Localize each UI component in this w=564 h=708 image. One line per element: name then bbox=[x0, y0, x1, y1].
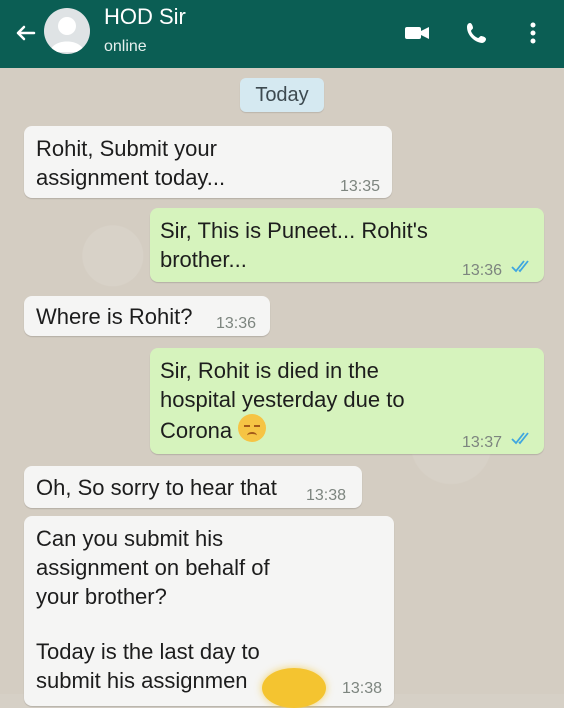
message-time: 13:38 bbox=[342, 680, 383, 697]
message-line: your brother? bbox=[36, 584, 167, 609]
video-call-icon[interactable] bbox=[402, 18, 432, 48]
disappointed-face-emoji-icon bbox=[238, 414, 267, 442]
incoming-message[interactable]: Rohit, Submit your assignment today... 1… bbox=[24, 126, 392, 198]
contact-status: online bbox=[104, 38, 147, 55]
message-line: assignment on behalf of bbox=[36, 555, 270, 580]
message-line: Can you submit his bbox=[36, 526, 224, 551]
message-time: 13:37 bbox=[462, 434, 503, 451]
message-line: Where is Rohit? bbox=[36, 304, 193, 329]
phone-call-icon[interactable] bbox=[462, 18, 492, 48]
more-options-icon[interactable] bbox=[518, 18, 548, 48]
read-receipt-icon bbox=[511, 432, 529, 445]
outgoing-message[interactable]: Sir, This is Puneet... Rohit's brother..… bbox=[150, 208, 544, 282]
message-time: 13:35 bbox=[340, 178, 381, 195]
message-line: Oh, So sorry to hear that bbox=[36, 475, 277, 500]
message-line: submit his assignmen bbox=[36, 668, 248, 693]
incoming-message[interactable]: Can you submit his assignment on behalf … bbox=[24, 516, 394, 706]
message-line: Sir, This is Puneet... Rohit's bbox=[160, 218, 428, 243]
chat-header: HOD Sir online bbox=[0, 0, 564, 68]
message-line: Sir, Rohit is died in the bbox=[160, 358, 379, 383]
outgoing-message[interactable]: Sir, Rohit is died in the hospital yeste… bbox=[150, 348, 544, 454]
default-avatar-icon bbox=[50, 17, 84, 52]
date-separator: Today bbox=[240, 78, 324, 112]
message-line: hospital yesterday due to bbox=[160, 387, 405, 412]
message-time: 13:38 bbox=[306, 487, 347, 504]
message-line: Corona bbox=[160, 418, 233, 443]
back-arrow-icon[interactable] bbox=[10, 18, 40, 48]
message-line: Rohit, Submit your bbox=[36, 136, 217, 161]
incoming-message[interactable]: Where is Rohit? 13:36 bbox=[24, 296, 270, 336]
message-time: 13:36 bbox=[216, 315, 257, 332]
message-time: 13:36 bbox=[462, 262, 503, 279]
emoji-icon bbox=[262, 668, 326, 708]
incoming-message[interactable]: Oh, So sorry to hear that 13:38 bbox=[24, 466, 362, 508]
message-line: brother... bbox=[160, 247, 247, 272]
contact-name[interactable]: HOD Sir bbox=[104, 4, 186, 30]
read-receipt-icon bbox=[511, 260, 529, 273]
message-line bbox=[36, 611, 270, 637]
contact-avatar[interactable] bbox=[44, 8, 90, 54]
message-line: assignment today... bbox=[36, 165, 226, 190]
message-line: Today is the last day to bbox=[36, 639, 260, 664]
